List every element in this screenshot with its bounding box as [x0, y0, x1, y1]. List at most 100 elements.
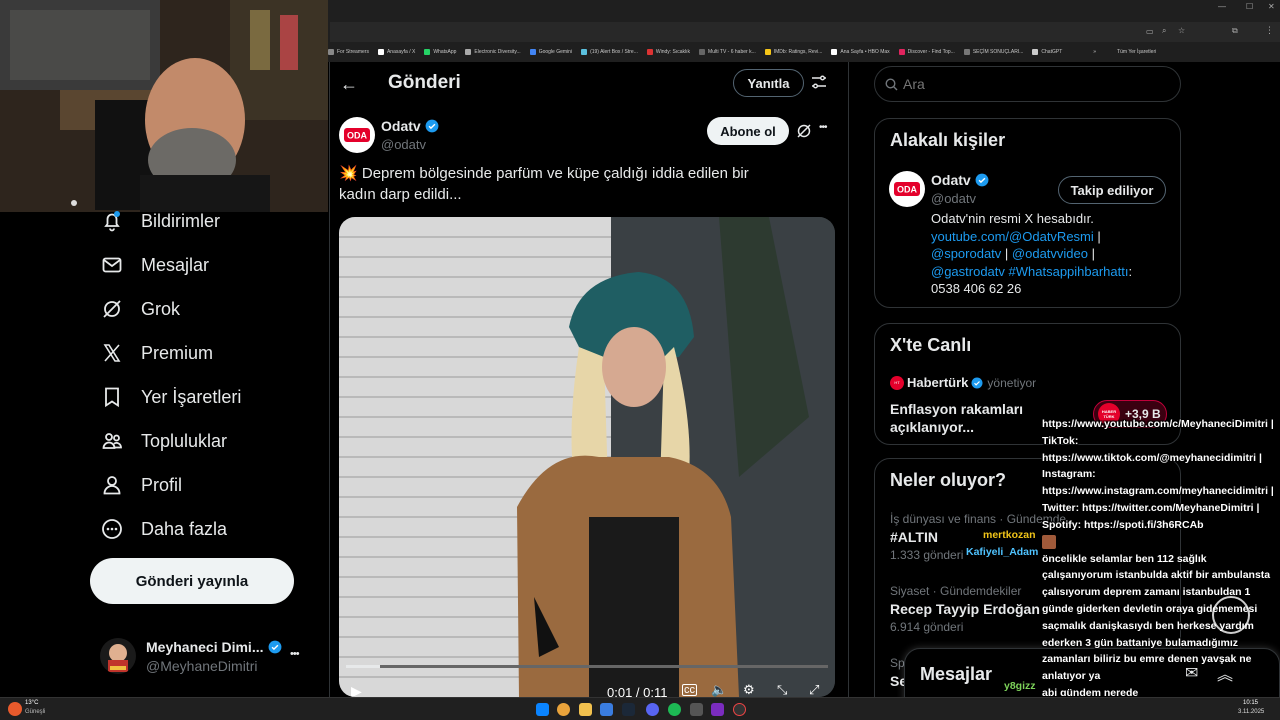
nav-item-yer-i-şaretleri[interactable]: Yer İşaretleri: [100, 382, 241, 412]
play-icon[interactable]: ▶: [351, 683, 362, 697]
chat-line: Instagram:: [1042, 468, 1096, 481]
nav-item-grok[interactable]: Grok: [100, 294, 180, 324]
bio-separator: |: [1001, 246, 1012, 261]
nav-item-mesajlar[interactable]: Mesajlar: [100, 250, 209, 280]
account-name-row[interactable]: Meyhaneci Dimi...: [146, 639, 282, 655]
bio-mention[interactable]: @gastrodatv: [931, 264, 1005, 279]
bio-separator: |: [1093, 228, 1101, 244]
bookmark-item[interactable]: Anasayfa / X: [377, 49, 415, 55]
menu-icon[interactable]: ⋮: [1265, 25, 1274, 36]
messages-drawer-title: Mesajlar: [920, 664, 993, 684]
envelope-icon: [100, 253, 124, 277]
fullscreen-icon[interactable]: ⤢: [809, 682, 819, 697]
webcam-overlay: [0, 0, 328, 212]
subscribe-button[interactable]: Abone ol: [707, 117, 789, 145]
bookmark-label: SEÇİM SONUÇLARI...: [972, 49, 1024, 55]
bookmark-item[interactable]: WhatsApp: [424, 49, 456, 55]
minimize-icon[interactable]: —: [1218, 2, 1226, 11]
video-settings-icon[interactable]: ⚙: [743, 682, 755, 697]
app-icon[interactable]: [600, 703, 613, 716]
weather-desc: Güneşli: [25, 709, 46, 715]
star-icon[interactable]: ☆: [1178, 26, 1185, 35]
address-bar[interactable]: ▭ ⌕ ☆ ⧉ ⋮: [330, 22, 1280, 42]
account-more-icon[interactable]: •••: [290, 648, 300, 660]
settings-sliders-icon[interactable]: [811, 74, 827, 90]
close-icon[interactable]: ✕: [1268, 2, 1275, 11]
following-button[interactable]: Takip ediliyor: [1058, 176, 1166, 204]
post-more-icon[interactable]: •••: [819, 122, 827, 133]
nav-item-bildirimler[interactable]: Bildirimler: [100, 206, 220, 236]
bio-mention[interactable]: @odatvvideo: [1012, 246, 1088, 261]
bookmark-item[interactable]: SEÇİM SONUÇLARI...: [963, 49, 1024, 55]
grok-icon[interactable]: [796, 123, 812, 139]
search-icon: [885, 78, 898, 91]
chrome-icon[interactable]: [557, 703, 570, 716]
maximize-icon[interactable]: ☐: [1246, 2, 1253, 11]
bookmark-label: Windy: Sıcaklık: [655, 49, 691, 55]
bookmark-label: ChatGPT: [1041, 49, 1063, 55]
bio-hashtag[interactable]: #Whatsappihbarhattı: [1005, 264, 1129, 279]
file-explorer-icon[interactable]: [579, 703, 592, 716]
bookmark-item[interactable]: ChatGPT: [1032, 49, 1062, 55]
video-time: 0:01 / 0:11: [607, 685, 668, 697]
nav-item-premium[interactable]: Premium: [100, 338, 213, 368]
all-bookmarks-button[interactable]: Tüm Yer İşaretleri: [1117, 49, 1156, 55]
obs-icon[interactable]: [711, 703, 724, 716]
author-name: Odatv: [381, 118, 421, 134]
bio-text: Odatv'nin resmi X hesabıdır.: [931, 211, 1094, 226]
avatar[interactable]: [100, 638, 136, 674]
chat-emote-icon: [1042, 534, 1056, 549]
search-input[interactable]: [903, 75, 1163, 93]
steam-icon[interactable]: [622, 703, 635, 716]
captions-icon[interactable]: cc: [682, 684, 697, 696]
cast-icon[interactable]: ▭: [1146, 27, 1154, 36]
start-icon[interactable]: [536, 703, 549, 716]
video-progress-track[interactable]: [346, 665, 828, 668]
search-box[interactable]: [874, 66, 1181, 102]
bookmarks-more-icon[interactable]: »: [1093, 49, 1096, 55]
chat-line: https://www.instagram.com/meyhanecidimit…: [1042, 485, 1274, 498]
verified-badge-icon: [269, 640, 282, 654]
nav-item-label: Profil: [141, 474, 183, 495]
bell-icon: [100, 209, 124, 233]
app-icon[interactable]: [690, 703, 703, 716]
stream-logo-icon: [1212, 596, 1250, 634]
nav-item-profil[interactable]: Profil: [100, 470, 182, 500]
bookmark-item[interactable]: Windy: Sıcaklık: [646, 49, 691, 55]
bookmark-favicon-icon: [328, 49, 334, 55]
extensions-icon[interactable]: ⧉: [1232, 26, 1238, 36]
pip-icon[interactable]: ⤡: [777, 682, 787, 697]
bookmark-item[interactable]: Ana Sayfa • HBO Max: [831, 49, 890, 55]
bio-link[interactable]: youtube.com/@OdatvResmi: [931, 229, 1094, 244]
reply-button[interactable]: Yanıtla: [733, 69, 804, 97]
bookmark-item[interactable]: Discover - Find Top...: [898, 49, 955, 55]
post-video[interactable]: ▶ 0:01 / 0:11 cc 🔈 ⚙ ⤡ ⤢: [339, 217, 835, 697]
svg-text:ODA: ODA: [347, 131, 368, 141]
nav-item-topluluklar[interactable]: Topluluklar: [100, 426, 227, 456]
bio-mention[interactable]: @sporodatv: [931, 246, 1001, 261]
spotify-icon[interactable]: [668, 703, 681, 716]
bookmark-favicon-icon: [581, 49, 588, 55]
page-title: Gönderi: [388, 72, 461, 93]
zoom-icon[interactable]: ⌕: [1162, 26, 1166, 36]
author-name-row[interactable]: Odatv: [381, 118, 439, 134]
bookmark-item[interactable]: (19) Alert Box / Stre...: [581, 49, 638, 55]
nav-item-daha-fazla[interactable]: Daha fazla: [100, 514, 227, 544]
stream-chat-overlay: https://www.youtube.com/c/MeyhaneciDimit…: [1038, 416, 1280, 696]
bookmark-item[interactable]: Electronic Diversity...: [465, 49, 521, 55]
related-handle: @odatv: [931, 191, 976, 206]
bookmark-item[interactable]: For Streamers: [328, 49, 369, 55]
bookmark-item[interactable]: Google Gemini: [529, 49, 572, 55]
app-icon[interactable]: [733, 703, 746, 716]
chat-line: Spotify: https://spoti.fi/3h6RCAb: [1042, 518, 1204, 531]
bookmark-item[interactable]: IMDb: Ratings, Revi...: [764, 49, 822, 55]
author-avatar[interactable]: ODA: [339, 117, 375, 153]
discord-icon[interactable]: [646, 703, 659, 716]
volume-icon[interactable]: 🔈: [711, 682, 727, 697]
related-name-row[interactable]: Odatv: [931, 172, 989, 188]
bookmark-item[interactable]: Multi TV - 6 haber k...: [699, 49, 756, 55]
post-button[interactable]: Gönderi yayınla: [90, 558, 294, 604]
related-avatar[interactable]: ODA: [889, 171, 925, 207]
back-arrow-icon[interactable]: ←: [340, 74, 372, 94]
weather-icon[interactable]: [8, 702, 22, 716]
